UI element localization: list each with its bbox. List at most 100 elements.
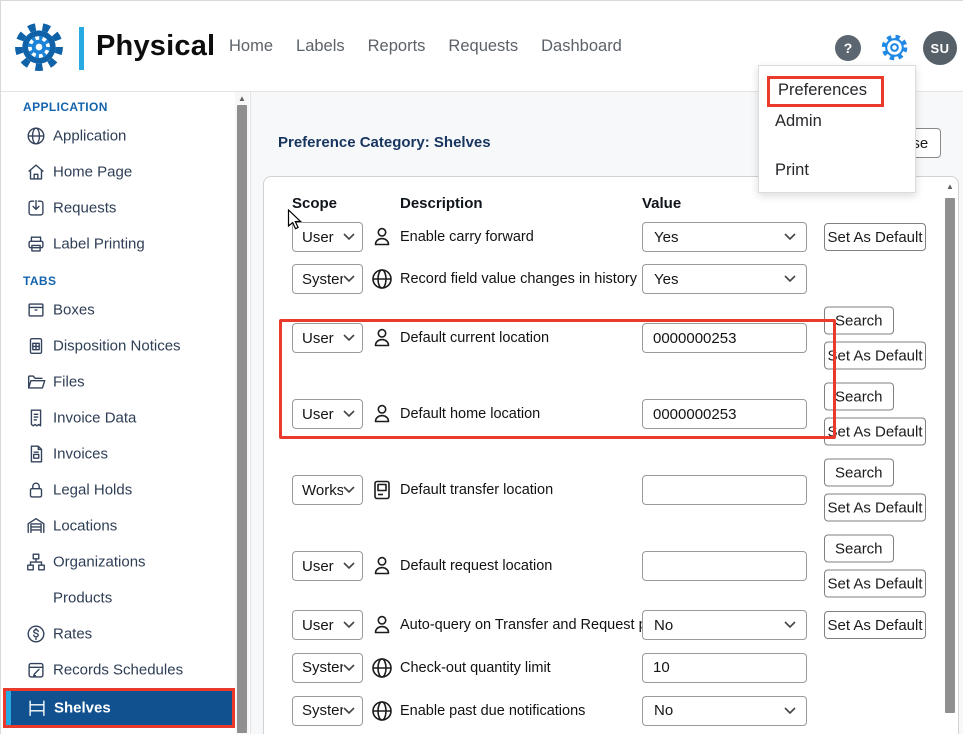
set-as-default-button[interactable]: Set As Default xyxy=(824,570,926,598)
chevron-down-icon xyxy=(784,233,796,241)
preference-row: User Auto-query on Transfer and Request … xyxy=(292,604,937,646)
sidebar-item-label: Invoice Data xyxy=(53,410,136,427)
value-input[interactable] xyxy=(642,551,807,581)
value-text: No xyxy=(654,702,784,719)
value-input[interactable] xyxy=(642,399,807,429)
sidebar-scrollbar-thumb[interactable] xyxy=(237,105,247,733)
chevron-down-icon xyxy=(343,664,355,672)
org-chart-icon xyxy=(25,551,47,573)
menu-item-print[interactable]: Print xyxy=(775,160,915,180)
annotation-highlight-box: Preferences xyxy=(767,76,884,107)
invoice-icon xyxy=(25,443,47,465)
chevron-down-icon xyxy=(343,707,355,715)
scope-value: Works xyxy=(302,482,343,499)
sidebar-item-legal-holds[interactable]: Legal Holds xyxy=(1,472,235,508)
value-select[interactable]: Yes xyxy=(642,222,807,252)
set-as-default-button[interactable]: Set As Default xyxy=(824,418,926,446)
search-button[interactable]: Search xyxy=(824,383,894,411)
preference-row: User Default current location Search Set… xyxy=(292,300,937,376)
warehouse-icon xyxy=(25,515,47,537)
scope-select[interactable]: User xyxy=(292,610,363,640)
folder-icon xyxy=(25,371,47,393)
sidebar-item-organizations[interactable]: Organizations xyxy=(1,544,235,580)
sidebar-item-label: Legal Holds xyxy=(53,482,132,499)
sidebar-item-invoices[interactable]: Invoices xyxy=(1,436,235,472)
scope-value: Syster xyxy=(302,271,343,288)
preference-row: Syster Record field value changes in his… xyxy=(292,258,937,300)
chevron-down-icon xyxy=(784,707,796,715)
dollar-circle-icon xyxy=(25,623,47,645)
sidebar-item-label: Application xyxy=(53,128,126,145)
user-icon xyxy=(370,613,394,637)
user-avatar[interactable]: SU xyxy=(923,31,957,65)
nav-dashboard[interactable]: Dashboard xyxy=(541,37,622,56)
sidebar-item-disposition-notices[interactable]: Disposition Notices xyxy=(1,328,235,364)
sidebar-item-requests[interactable]: Requests xyxy=(1,190,235,226)
sidebar-item-records-schedules[interactable]: Records Schedules xyxy=(1,652,235,688)
panel-scrollbar[interactable]: ▲ xyxy=(944,180,956,734)
sidebar-section-tabs: TABS xyxy=(1,270,250,292)
search-button[interactable]: Search xyxy=(824,307,894,335)
column-header-description: Description xyxy=(400,195,483,212)
scope-value: User xyxy=(302,558,343,575)
settings-gear-icon[interactable] xyxy=(880,33,909,62)
set-as-default-button[interactable]: Set As Default xyxy=(824,342,926,370)
scroll-up-arrow-icon[interactable]: ▲ xyxy=(235,94,249,103)
scope-select[interactable]: Syster xyxy=(292,653,363,683)
user-icon xyxy=(370,554,394,578)
chevron-down-icon xyxy=(343,334,355,342)
preference-description: Default transfer location xyxy=(400,482,553,498)
panel-scrollbar-thumb[interactable] xyxy=(945,198,955,713)
scope-select[interactable]: User xyxy=(292,323,363,353)
scroll-up-arrow-icon[interactable]: ▲ xyxy=(944,182,956,191)
app-logo-gear-icon xyxy=(14,22,64,72)
sidebar-item-label: Disposition Notices xyxy=(53,338,181,355)
value-input[interactable] xyxy=(642,475,807,505)
sidebar-item-label-printing[interactable]: Label Printing xyxy=(1,226,235,262)
menu-item-preferences[interactable]: Preferences xyxy=(778,81,867,99)
sidebar-item-products[interactable]: Products xyxy=(1,580,235,616)
value-select[interactable]: No xyxy=(642,610,807,640)
scope-select[interactable]: User xyxy=(292,399,363,429)
sidebar-item-files[interactable]: Files xyxy=(1,364,235,400)
search-button[interactable]: Search xyxy=(824,459,894,487)
inbox-download-icon xyxy=(25,197,47,219)
scope-value: User xyxy=(302,617,343,634)
sidebar: APPLICATION Application Home Page Reques… xyxy=(1,92,251,734)
menu-item-admin[interactable]: Admin xyxy=(775,111,915,131)
value-input[interactable] xyxy=(642,323,807,353)
preference-row: User Default request location Search Set… xyxy=(292,528,937,604)
nav-home[interactable]: Home xyxy=(229,37,273,56)
sidebar-item-rates[interactable]: Rates xyxy=(1,616,235,652)
sidebar-item-home-page[interactable]: Home Page xyxy=(1,154,235,190)
nav-labels[interactable]: Labels xyxy=(296,37,345,56)
scope-select[interactable]: Syster xyxy=(292,696,363,726)
scope-select[interactable]: Syster xyxy=(292,264,363,294)
printer-icon xyxy=(25,233,47,255)
sidebar-item-application[interactable]: Application xyxy=(1,118,235,154)
set-as-default-button[interactable]: Set As Default xyxy=(824,223,926,251)
sidebar-scrollbar[interactable]: ▲ xyxy=(235,92,249,734)
value-select[interactable]: No xyxy=(642,696,807,726)
scope-value: Syster xyxy=(302,659,343,676)
set-as-default-button[interactable]: Set As Default xyxy=(824,494,926,522)
scope-select[interactable]: Works xyxy=(292,475,363,505)
sidebar-item-shelves[interactable]: Shelves xyxy=(3,688,235,728)
help-icon[interactable]: ? xyxy=(835,35,861,61)
column-header-value: Value xyxy=(642,195,681,212)
search-button[interactable]: Search xyxy=(824,535,894,563)
sidebar-item-label: Products xyxy=(53,590,112,607)
sidebar-item-invoice-data[interactable]: Invoice Data xyxy=(1,400,235,436)
table-header-row: Scope Description Value xyxy=(292,195,937,216)
nav-requests[interactable]: Requests xyxy=(448,37,518,56)
value-select[interactable]: Yes xyxy=(642,264,807,294)
sidebar-item-locations[interactable]: Locations xyxy=(1,508,235,544)
sidebar-item-boxes[interactable]: Boxes xyxy=(1,292,235,328)
set-as-default-button[interactable]: Set As Default xyxy=(824,611,926,639)
value-input[interactable] xyxy=(642,653,807,683)
scope-select[interactable]: User xyxy=(292,222,363,252)
sidebar-item-label: Label Printing xyxy=(53,236,145,253)
preference-description: Default home location xyxy=(400,406,540,422)
nav-reports[interactable]: Reports xyxy=(368,37,426,56)
scope-select[interactable]: User xyxy=(292,551,363,581)
